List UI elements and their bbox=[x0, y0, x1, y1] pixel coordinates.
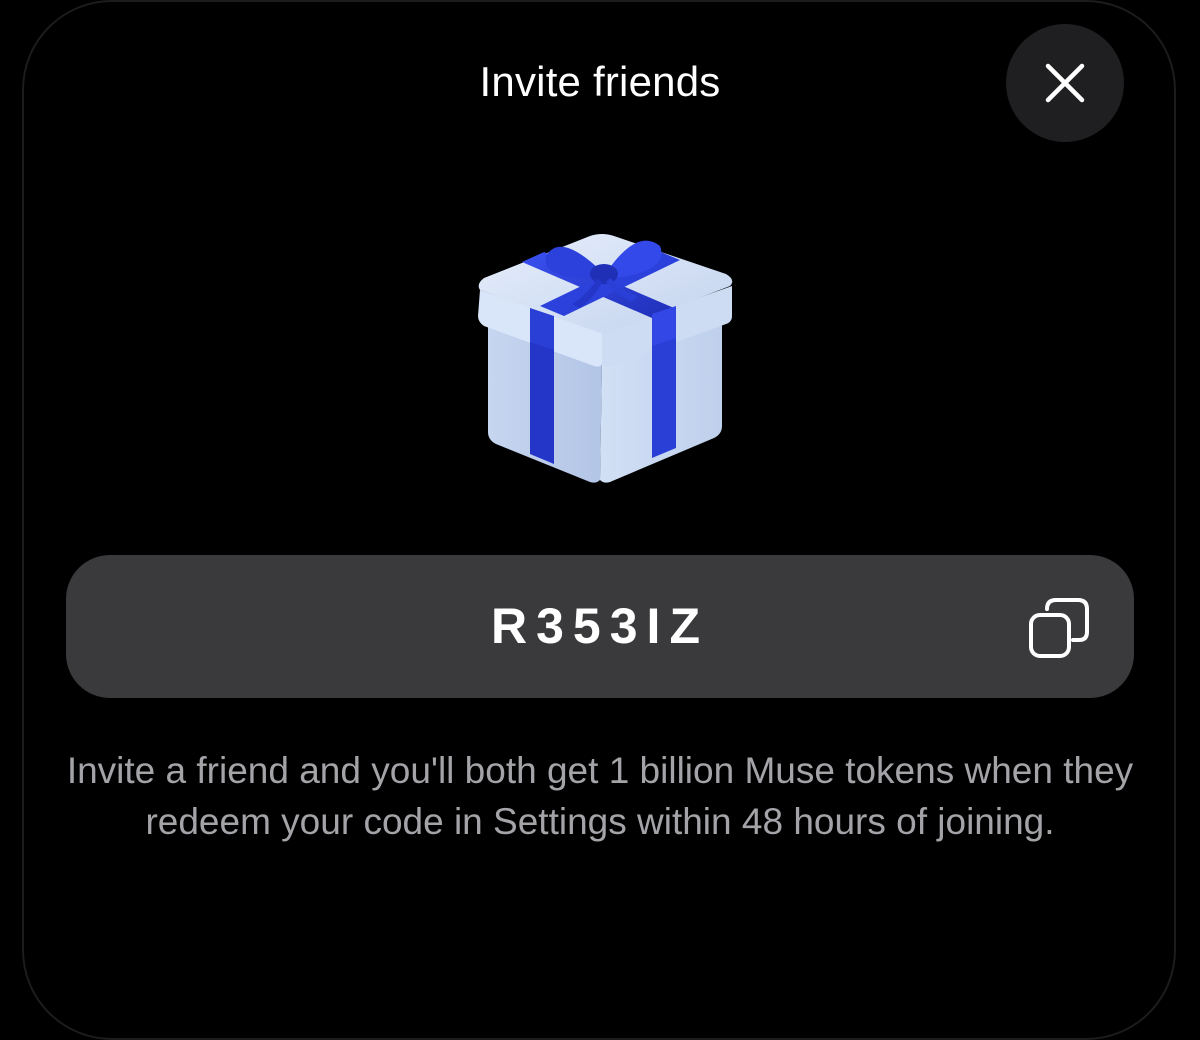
gift-box-icon bbox=[478, 234, 733, 483]
copy-icon bbox=[1029, 598, 1089, 658]
invite-sheet bbox=[22, 0, 1176, 1040]
close-icon bbox=[1045, 63, 1085, 103]
invite-code-bar[interactable]: R353IZ bbox=[66, 555, 1134, 698]
invite-code: R353IZ bbox=[491, 598, 709, 654]
copy-button[interactable] bbox=[1026, 595, 1092, 661]
close-button[interactable] bbox=[1006, 24, 1124, 142]
invite-description: Invite a friend and you'll both get 1 bi… bbox=[66, 750, 1134, 842]
